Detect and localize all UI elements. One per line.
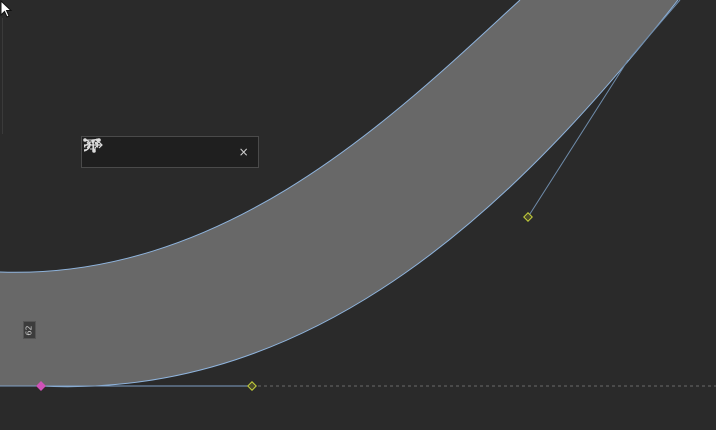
bezier-handle[interactable] xyxy=(523,212,533,222)
dimension-tag: 62 xyxy=(23,321,36,339)
dimension-value: 62 xyxy=(25,324,34,336)
close-icon: × xyxy=(238,145,249,159)
reverse-direction-icon xyxy=(84,141,103,149)
convert-node-button[interactable] xyxy=(83,138,142,163)
break-curve-button[interactable] xyxy=(83,138,168,163)
smooth-node-button[interactable] xyxy=(83,139,195,163)
vector-artwork[interactable] xyxy=(0,0,716,430)
close-toolbar-button[interactable]: × xyxy=(231,141,256,163)
node-context-toolbar: × xyxy=(81,136,259,168)
vector-canvas[interactable]: × 62 xyxy=(0,0,716,430)
panel-edge xyxy=(2,18,3,134)
reverse-direction-button[interactable] xyxy=(84,141,228,163)
bezier-handle[interactable] xyxy=(247,381,257,391)
mouse-cursor-icon xyxy=(0,0,13,18)
curved-band-shape[interactable] xyxy=(0,0,678,387)
